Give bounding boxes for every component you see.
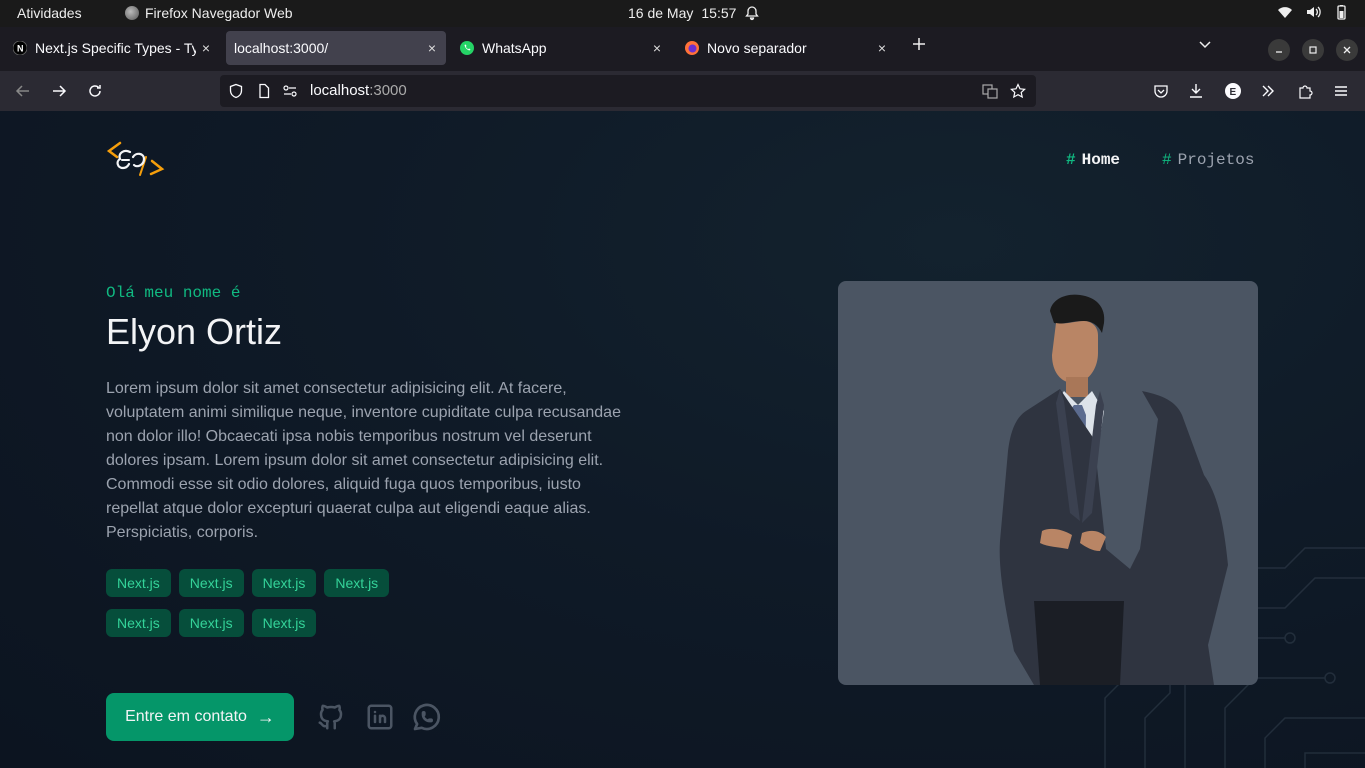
tech-tags: Next.js Next.js Next.js Next.js Next.js … (106, 569, 436, 637)
person-illustration (999, 294, 1228, 685)
svg-text:E: E (1230, 87, 1237, 98)
logo-icon[interactable] (106, 137, 166, 179)
tab-new-tab[interactable]: Novo separador × (676, 31, 896, 65)
tab-close-button[interactable]: × (878, 40, 886, 56)
tech-tag: Next.js (106, 609, 171, 637)
url-port: :3000 (369, 82, 407, 99)
hero-bio: Lorem ipsum dolor sit amet consectetur a… (106, 380, 621, 541)
list-tabs-chevron-down-icon[interactable] (1197, 36, 1213, 57)
back-arrow-icon[interactable] (11, 79, 35, 103)
tab-localhost[interactable]: localhost:3000/ × (226, 31, 446, 65)
pocket-icon[interactable] (1149, 79, 1173, 103)
activities-button[interactable]: Atividades (17, 5, 82, 21)
translate-icon[interactable] (982, 83, 998, 99)
tab-title: localhost:3000/ (234, 40, 329, 56)
date: 16 de May (628, 5, 694, 21)
url-text: localhost:3000 (310, 82, 407, 99)
app-menu[interactable]: Firefox Navegador Web (125, 5, 293, 21)
contact-button[interactable]: Entre em contato → (106, 693, 294, 741)
tab-whatsapp[interactable]: WhatsApp × (451, 31, 671, 65)
svg-text:N: N (17, 44, 24, 54)
tech-tag: Next.js (324, 569, 390, 597)
hero-name: Elyon Ortiz (106, 311, 283, 352)
whatsapp-icon[interactable] (411, 701, 443, 733)
minimize-icon[interactable] (1268, 39, 1290, 61)
github-icon[interactable] (315, 701, 347, 733)
tab-close-button[interactable]: × (428, 40, 436, 56)
shield-icon[interactable] (228, 83, 244, 99)
nav-home-label: Home (1081, 151, 1121, 169)
tech-tag: Next.js (178, 609, 244, 637)
contact-button-label: Entre em contato (125, 708, 247, 725)
extension-e-icon[interactable]: E (1221, 79, 1245, 103)
tab-nextjs-types[interactable]: N Next.js Specific Types - Ty × (4, 31, 220, 65)
alarm-icon (745, 6, 760, 21)
nav-hash: # (1066, 151, 1076, 169)
nav-projects-link[interactable]: # Projetos (1162, 151, 1254, 169)
nav-home-link[interactable]: # Home (1066, 151, 1120, 169)
extensions-puzzle-icon[interactable] (1293, 79, 1317, 103)
tab-title: Next.js Specific Types - Ty (35, 40, 196, 56)
tab-title: Novo separador (707, 40, 807, 56)
whatsapp-icon (459, 40, 475, 56)
address-bar[interactable]: localhost:3000 (220, 75, 1036, 107)
time: 15:57 (701, 5, 737, 21)
new-tab-icon[interactable] (911, 36, 927, 57)
reload-icon[interactable] (83, 79, 107, 103)
nav-toolbar: localhost:3000 E (0, 71, 1365, 111)
page-icon[interactable] (256, 83, 272, 99)
arrow-right-icon: → (256, 706, 275, 727)
tab-close-button[interactable]: × (653, 40, 661, 56)
tech-tag: Next.js (178, 569, 244, 597)
volume-icon (1307, 6, 1321, 18)
app-name: Firefox Navegador Web (145, 5, 293, 21)
tech-tag: Next.js (106, 569, 171, 597)
bookmark-star-icon[interactable] (1010, 83, 1026, 99)
hamburger-menu-icon[interactable] (1329, 79, 1353, 103)
tech-tag: Next.js (251, 569, 317, 597)
tab-close-button[interactable]: × (202, 40, 210, 56)
more-tools-chevrons-icon[interactable] (1256, 79, 1280, 103)
wifi-icon (1278, 7, 1292, 18)
firefox-app-icon (125, 6, 139, 20)
downloads-icon[interactable] (1184, 79, 1208, 103)
page-content: # Home # Projetos Olá meu nome é Elyon Ort… (0, 111, 1365, 768)
nextjs-icon: N (12, 40, 28, 56)
maximize-icon[interactable] (1302, 39, 1324, 61)
tab-title: WhatsApp (482, 40, 547, 56)
hero-greeting: Olá meu nome é (106, 284, 241, 302)
permissions-icon[interactable] (282, 83, 298, 99)
linkedin-icon[interactable] (364, 701, 396, 733)
profile-photo (838, 281, 1258, 685)
system-tray[interactable] (1277, 4, 1349, 20)
tab-strip: N Next.js Specific Types - Ty × localhos… (0, 27, 1365, 71)
forward-arrow-icon[interactable] (47, 79, 71, 103)
url-host: localhost (310, 82, 370, 99)
tech-tag: Next.js (251, 609, 317, 637)
nav-projects-label: Projetos (1177, 151, 1255, 169)
battery-icon (1337, 5, 1346, 20)
clock[interactable]: 16 de May 15:57 (628, 5, 760, 21)
firefox-icon (684, 40, 700, 56)
system-top-bar: Atividades Firefox Navegador Web 16 de M… (0, 0, 1365, 27)
close-window-icon[interactable] (1336, 39, 1358, 61)
nav-hash: # (1162, 151, 1172, 169)
